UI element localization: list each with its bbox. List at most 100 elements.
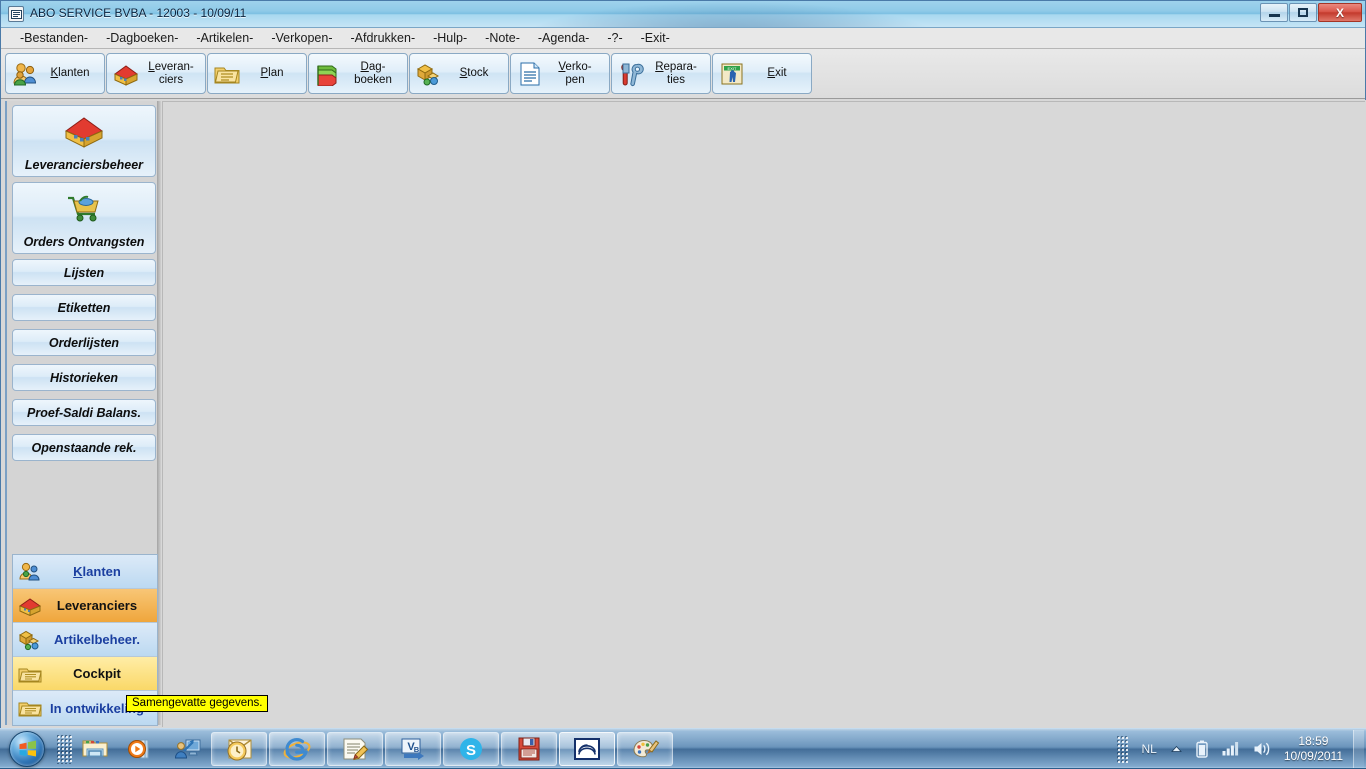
notepad-wordpad-icon xyxy=(340,736,370,762)
menu-item-help[interactable]: -?- xyxy=(598,29,631,47)
shopping-cart-icon xyxy=(13,183,155,235)
toolbar-label-leveranciers: Leveran-ciers xyxy=(141,61,201,87)
suppliers-icon xyxy=(111,59,141,89)
minimize-button[interactable] xyxy=(1260,3,1288,22)
taskbar-item-paint[interactable] xyxy=(617,732,673,766)
menu-item-verkopen[interactable]: -Verkopen- xyxy=(262,29,341,47)
taskbar-item-explorer[interactable] xyxy=(73,732,117,766)
toolbar-label-reparaties: Repara-ties xyxy=(646,61,706,87)
toolbar-button-reparaties[interactable]: Repara-ties xyxy=(611,53,711,94)
show-hidden-icons-button[interactable] xyxy=(1164,745,1189,753)
toolbar-label-plan: Plan xyxy=(242,67,302,80)
clock-date: 10/09/2011 xyxy=(1284,749,1343,764)
toolbar-label-dagboeken: Dag-boeken xyxy=(343,61,403,87)
stock-icon xyxy=(17,628,43,652)
toolbar-button-klanten[interactable]: Klanten xyxy=(5,53,105,94)
menu-item-exit[interactable]: -Exit- xyxy=(632,29,679,47)
toolbar-button-plan[interactable]: Plan xyxy=(207,53,307,94)
menu-item-artikelen[interactable]: -Artikelen- xyxy=(187,29,262,47)
toolbar-button-verkopen[interactable]: Verko-pen xyxy=(510,53,610,94)
menu-item-agenda[interactable]: -Agenda- xyxy=(529,29,598,47)
sidebar-splitter[interactable] xyxy=(158,101,161,725)
nav-item-artikelbeheer[interactable]: Artikelbeheer. xyxy=(13,623,157,657)
sidebar-label-historieken: Historieken xyxy=(50,371,118,385)
close-button[interactable]: X xyxy=(1318,3,1362,22)
sidebar-label-etiketten: Etiketten xyxy=(58,301,111,315)
media-player-icon xyxy=(127,737,155,761)
language-indicator[interactable]: NL xyxy=(1134,742,1163,756)
nav-item-leveranciers[interactable]: Leveranciers xyxy=(13,589,157,623)
cockpit-icon xyxy=(17,662,43,686)
sidebar-label-leveranciersbeheer: Leveranciersbeheer xyxy=(25,158,143,172)
nav-label-cockpit: Cockpit xyxy=(43,666,157,681)
window-title: ABO SERVICE BVBA - 12003 - 10/09/11 xyxy=(30,6,246,20)
sidebar-button-proef-saldi-balans[interactable]: Proef-Saldi Balans. xyxy=(12,399,156,426)
clock-time: 18:59 xyxy=(1284,734,1343,749)
sidebar-button-leveranciersbeheer[interactable]: Leveranciersbeheer xyxy=(12,105,156,177)
taskbar-item-remote-desktop[interactable] xyxy=(165,732,209,766)
menu-bar: -Bestanden- -Dagboeken- -Artikelen- -Ver… xyxy=(1,28,1365,49)
nav-label-artikelbeheer: Artikelbeheer. xyxy=(43,632,157,647)
skype-icon: S xyxy=(457,736,485,762)
toolbar-label-verkopen: Verko-pen xyxy=(545,61,605,87)
taskbar-item-save[interactable] xyxy=(501,732,557,766)
network-signal-icon xyxy=(1222,741,1239,756)
taskbar-item-notepad[interactable] xyxy=(327,732,383,766)
taskbar-item-outlook[interactable] xyxy=(211,732,267,766)
sidebar-button-openstaande-rek[interactable]: Openstaande rek. xyxy=(12,434,156,461)
volume-icon-button[interactable] xyxy=(1246,741,1278,757)
sidebar-button-lijsten[interactable]: Lijsten xyxy=(12,259,156,286)
toolbar-button-stock[interactable]: Stock xyxy=(409,53,509,94)
show-desktop-button[interactable] xyxy=(1353,730,1364,768)
menu-item-afdrukken[interactable]: -Afdrukken- xyxy=(342,29,425,47)
taskbar-item-visual-basic[interactable]: V B xyxy=(385,732,441,766)
repairs-icon xyxy=(616,59,646,89)
window-body: Leveranciersbeheer Orders Ontvangsten xyxy=(1,100,1366,729)
chevron-up-icon xyxy=(1171,745,1182,753)
sidebar-label-openstaande-rek: Openstaande rek. xyxy=(32,441,137,455)
volume-icon xyxy=(1253,741,1271,757)
stock-icon xyxy=(414,59,444,89)
toolbar-button-dagboeken[interactable]: Dag-boeken xyxy=(308,53,408,94)
menu-item-dagboeken[interactable]: -Dagboeken- xyxy=(97,29,187,47)
start-button[interactable] xyxy=(0,730,54,768)
menu-item-note[interactable]: -Note- xyxy=(476,29,529,47)
window-titlebar: ABO SERVICE BVBA - 12003 - 10/09/11 X xyxy=(1,1,1365,28)
toolbar-button-exit[interactable]: EXIT Exit xyxy=(712,53,812,94)
taskbar-item-internet-explorer[interactable] xyxy=(269,732,325,766)
sidebar-button-historieken[interactable]: Historieken xyxy=(12,364,156,391)
window-controls: X xyxy=(1260,3,1362,22)
menu-item-bestanden[interactable]: -Bestanden- xyxy=(11,29,97,47)
abo-service-icon xyxy=(573,736,601,762)
tooltip: Samengevatte gegevens. xyxy=(126,695,268,712)
suppliers-icon xyxy=(17,594,43,618)
taskbar-grip-handle[interactable] xyxy=(56,734,72,764)
taskbar-item-skype[interactable]: S xyxy=(443,732,499,766)
module-sidebar: Leveranciersbeheer Orders Ontvangsten xyxy=(5,101,158,725)
maximize-button[interactable] xyxy=(1289,3,1317,22)
exit-icon: EXIT xyxy=(717,59,747,89)
nav-item-klanten[interactable]: Klanten xyxy=(13,555,157,589)
taskbar-item-abo-service[interactable] xyxy=(559,732,615,766)
customers-icon xyxy=(10,59,40,89)
sidebar-button-orderlijsten[interactable]: Orderlijsten xyxy=(12,329,156,356)
main-toolbar: Klanten Leveran-ciers xyxy=(1,49,1365,99)
taskbar-item-media-player[interactable] xyxy=(119,732,163,766)
sidebar-label-proef-saldi-balans: Proef-Saldi Balans. xyxy=(27,406,141,420)
sidebar-button-orders-ontvangsten[interactable]: Orders Ontvangsten xyxy=(12,182,156,254)
remote-desktop-icon xyxy=(173,737,201,761)
battery-status-icon[interactable] xyxy=(1189,740,1215,758)
nav-item-cockpit[interactable]: Cockpit xyxy=(13,657,157,691)
toolbar-label-stock: Stock xyxy=(444,67,504,80)
sidebar-label-orders-ontvangsten: Orders Ontvangsten xyxy=(24,235,145,249)
toolbar-button-leveranciers[interactable]: Leveran-ciers xyxy=(106,53,206,94)
tray-grip-handle[interactable] xyxy=(1116,735,1128,763)
sidebar-label-lijsten: Lijsten xyxy=(64,266,104,280)
clock-area[interactable]: 18:59 10/09/2011 xyxy=(1278,734,1353,764)
sidebar-label-orderlijsten: Orderlijsten xyxy=(49,336,119,350)
network-status-icon[interactable] xyxy=(1215,741,1246,756)
application-icon[interactable] xyxy=(8,6,24,22)
supplier-building-icon xyxy=(13,106,155,158)
sidebar-button-etiketten[interactable]: Etiketten xyxy=(12,294,156,321)
menu-item-hulp[interactable]: -Hulp- xyxy=(424,29,476,47)
